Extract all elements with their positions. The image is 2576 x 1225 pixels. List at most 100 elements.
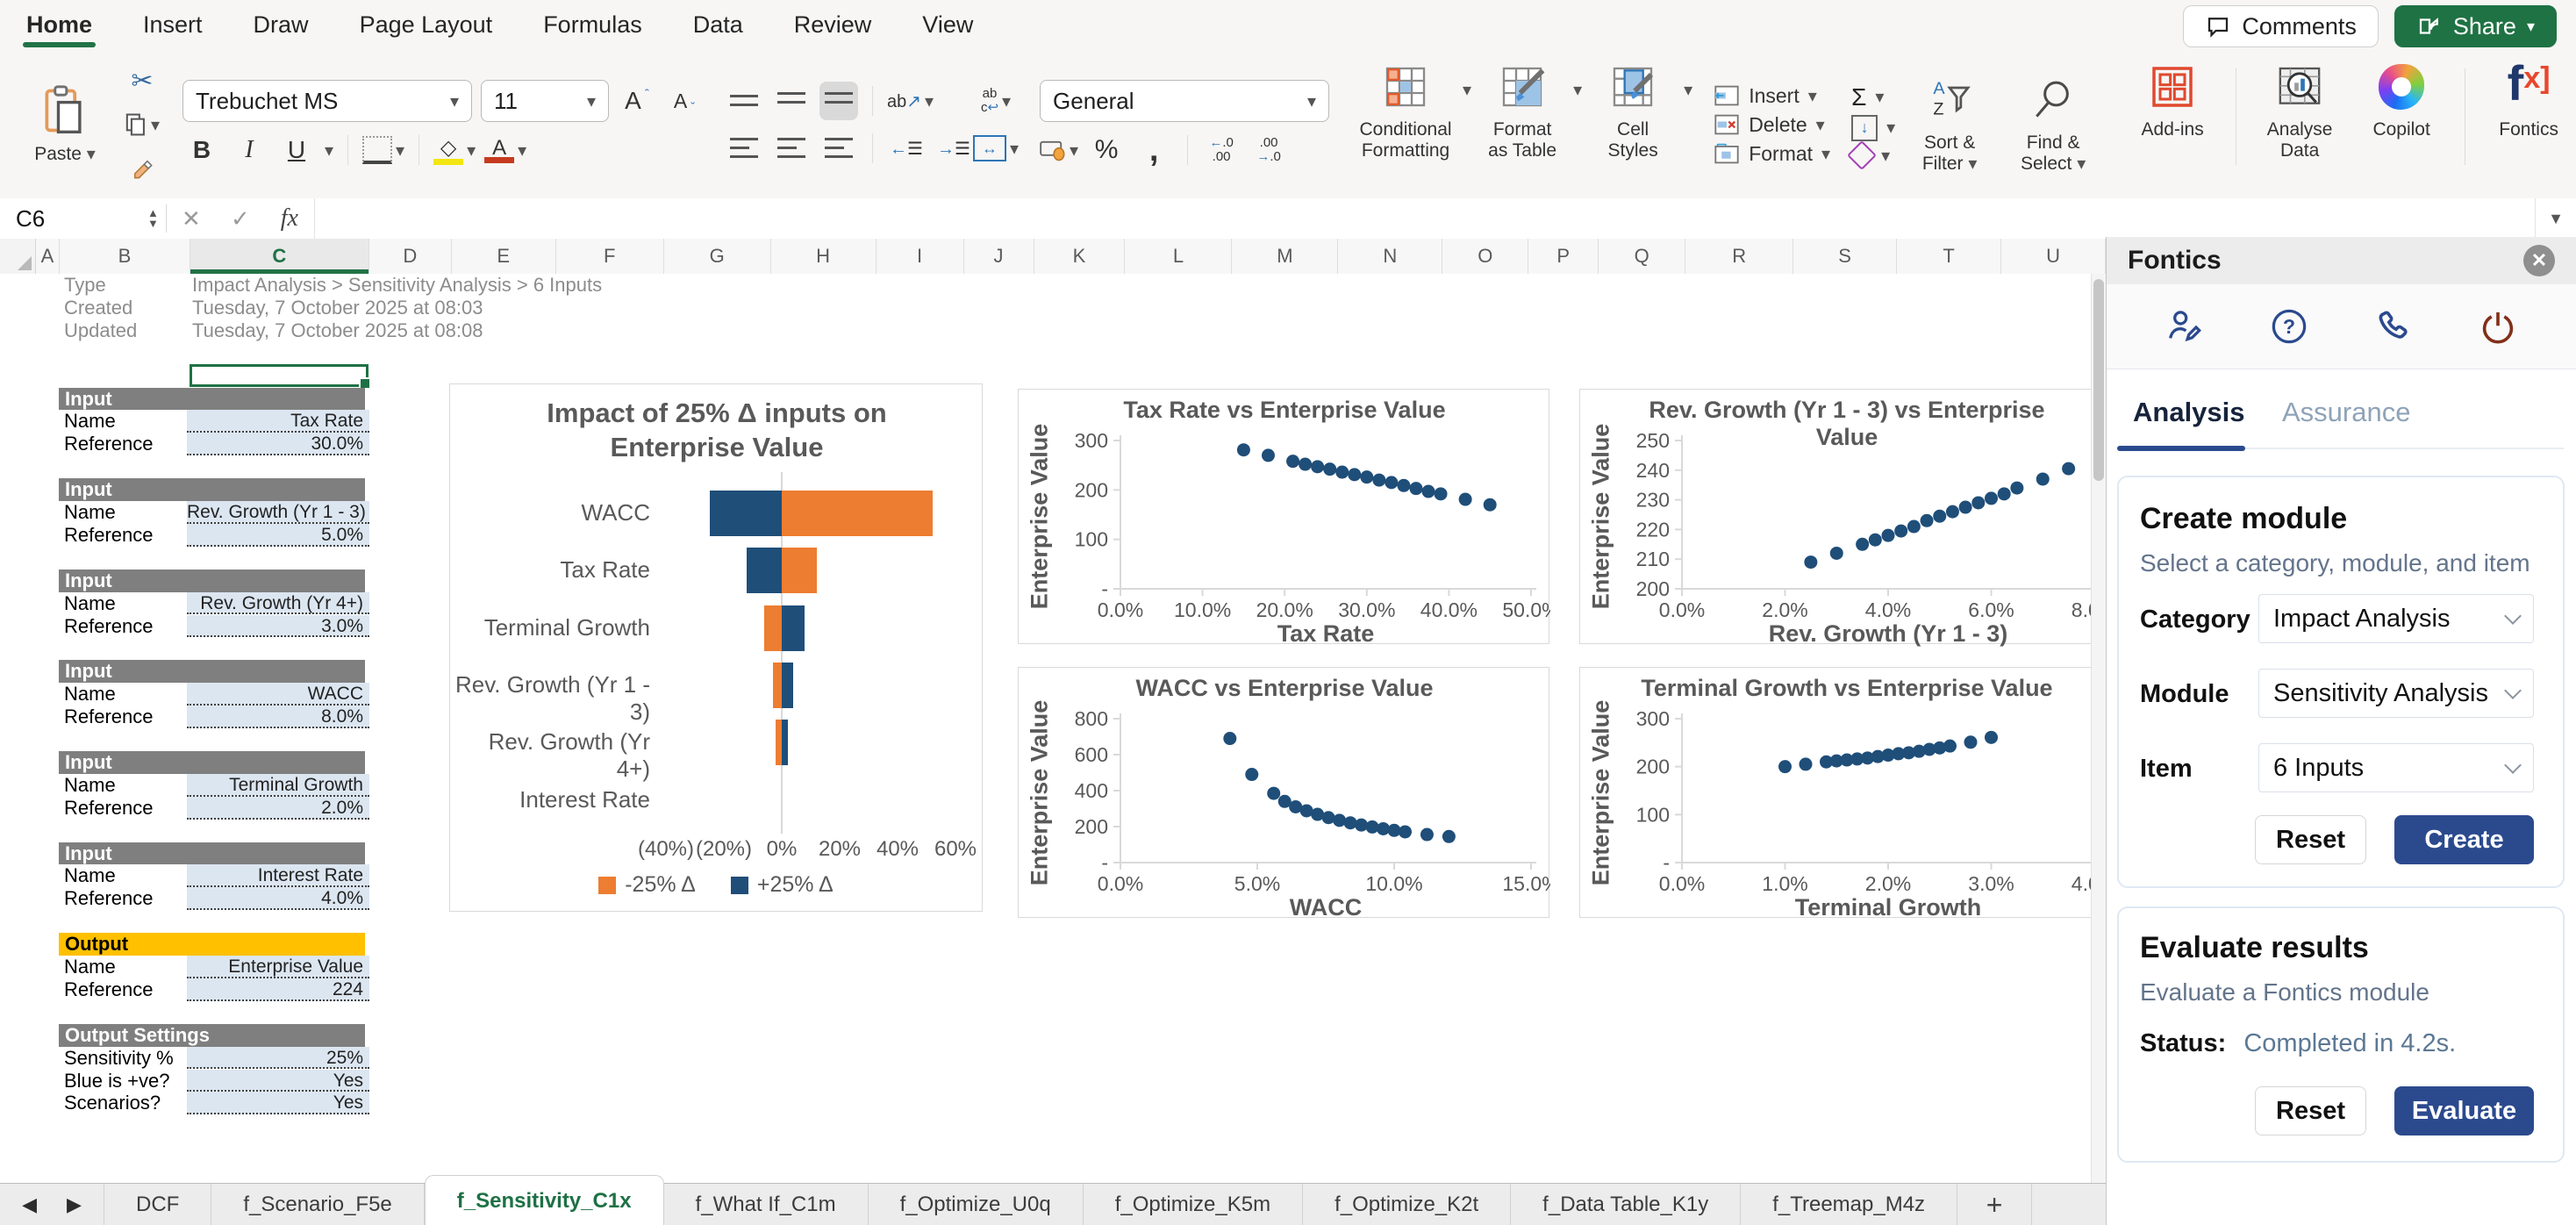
- sheet-tab-f-optimize-u0q[interactable]: f_Optimize_U0q: [869, 1184, 1084, 1225]
- cell-B33[interactable]: Reference: [64, 978, 154, 1001]
- cell-C4[interactable]: Tuesday, 7 October 2025 at 08:08: [192, 319, 483, 342]
- cell-C9[interactable]: 30.0%: [187, 433, 369, 455]
- comments-button[interactable]: Comments: [2183, 5, 2379, 47]
- category-select[interactable]: Impact Analysis: [2258, 594, 2534, 643]
- sheet-tab-f-data-table-k1y[interactable]: f_Data Table_K1y: [1511, 1184, 1741, 1225]
- bold-button[interactable]: B: [182, 131, 221, 169]
- help-icon[interactable]: ?: [2269, 306, 2309, 347]
- ribbon-tab-page-layout[interactable]: Page Layout: [360, 11, 493, 39]
- item-select[interactable]: 6 Inputs: [2258, 743, 2534, 792]
- cell-B36[interactable]: Sensitivity %: [64, 1047, 174, 1070]
- orientation-button[interactable]: ab↗▾: [887, 82, 934, 120]
- cell-C17[interactable]: 3.0%: [187, 615, 369, 638]
- decrease-decimal-button[interactable]: .00→.0: [1249, 131, 1288, 169]
- cell-B28[interactable]: Name: [64, 864, 116, 887]
- vertical-scrollbar[interactable]: [2091, 274, 2107, 1183]
- chart-wacc[interactable]: WACC vs Enterprise ValueEnterprise Value…: [1018, 667, 1549, 918]
- increase-decimal-button[interactable]: ←.0.00: [1202, 131, 1241, 169]
- cell-B9[interactable]: Reference: [64, 433, 154, 455]
- section-header-11[interactable]: Input: [59, 478, 365, 501]
- sheet-tab-f-optimize-k5m[interactable]: f_Optimize_K5m: [1084, 1184, 1303, 1225]
- ribbon-tab-formulas[interactable]: Formulas: [543, 11, 642, 39]
- cell-B17[interactable]: Reference: [64, 615, 154, 638]
- ribbon-tab-insert[interactable]: Insert: [143, 11, 203, 39]
- sheet-tab-f-treemap-m4z[interactable]: f_Treemap_M4z: [1741, 1184, 1957, 1225]
- underline-button[interactable]: U: [277, 131, 316, 169]
- select-all-corner[interactable]: [0, 239, 36, 274]
- chart-tax-rate[interactable]: Tax Rate vs Enterprise ValueEnterprise V…: [1018, 389, 1549, 644]
- align-top-button[interactable]: [725, 82, 763, 120]
- column-header-G[interactable]: G: [664, 239, 771, 274]
- wrap-text-button[interactable]: abc↩▾: [973, 82, 1019, 120]
- column-header-U[interactable]: U: [2001, 239, 2106, 274]
- percent-style-button[interactable]: %: [1087, 131, 1126, 169]
- evaluate-button[interactable]: Evaluate: [2394, 1086, 2534, 1135]
- cell-B4[interactable]: Updated: [64, 319, 137, 342]
- column-header-F[interactable]: F: [556, 239, 664, 274]
- ribbon-tab-home[interactable]: Home: [26, 11, 92, 39]
- cell-C36[interactable]: 25%: [187, 1047, 369, 1070]
- format-cells-button[interactable]: Format▾: [1714, 142, 1830, 166]
- cell-B37[interactable]: Blue is +ve?: [64, 1070, 169, 1092]
- cell-B38[interactable]: Scenarios?: [64, 1092, 161, 1114]
- cell-C37[interactable]: Yes: [187, 1070, 369, 1092]
- copy-button[interactable]: ▾: [123, 105, 161, 144]
- ribbon-tab-review[interactable]: Review: [794, 11, 872, 39]
- account-icon[interactable]: [2165, 306, 2205, 347]
- tab-analysis[interactable]: Analysis: [2133, 397, 2245, 428]
- formula-bar-expand-icon[interactable]: ▼: [2535, 198, 2576, 239]
- comma-style-button[interactable]: ,: [1134, 131, 1173, 169]
- delete-cells-button[interactable]: Delete▾: [1714, 113, 1830, 137]
- cell-B25[interactable]: Reference: [64, 797, 154, 820]
- chart-terminal-growth[interactable]: Terminal Growth vs Enterprise ValueEnter…: [1579, 667, 2106, 918]
- align-center-button[interactable]: [772, 129, 811, 168]
- font-name-select[interactable]: Trebuchet MS▾: [182, 80, 472, 122]
- column-header-T[interactable]: T: [1897, 239, 2001, 274]
- borders-button[interactable]: ▾: [362, 131, 404, 169]
- confirm-entry-button[interactable]: ✓: [216, 205, 265, 233]
- section-header-27[interactable]: Input: [59, 842, 365, 865]
- copilot-button[interactable]: Copilot: [2352, 58, 2451, 144]
- cell-B16[interactable]: Name: [64, 592, 116, 615]
- align-middle-button[interactable]: [772, 82, 811, 120]
- column-header-L[interactable]: L: [1125, 239, 1232, 274]
- phone-icon[interactable]: [2373, 306, 2414, 347]
- module-select[interactable]: Sensitivity Analysis: [2258, 669, 2534, 718]
- column-header-A[interactable]: A: [36, 239, 60, 274]
- sheet-tab-f-optimize-k2t[interactable]: f_Optimize_K2t: [1303, 1184, 1511, 1225]
- cell-C12[interactable]: Rev. Growth (Yr 1 - 3): [187, 501, 369, 524]
- decrease-font-button[interactable]: Aˇ: [665, 82, 704, 120]
- section-header-15[interactable]: Input: [59, 570, 365, 592]
- align-bottom-button[interactable]: [819, 82, 858, 120]
- name-box-spinner[interactable]: ▲▼: [147, 208, 159, 228]
- cell-C29[interactable]: 4.0%: [187, 887, 369, 910]
- cell-B2[interactable]: Type: [64, 274, 106, 297]
- name-box[interactable]: C6: [0, 198, 147, 239]
- cell-B29[interactable]: Reference: [64, 887, 154, 910]
- ribbon-tab-data[interactable]: Data: [693, 11, 743, 39]
- selected-cell-C6[interactable]: [190, 364, 369, 388]
- section-header-23[interactable]: Input: [59, 751, 365, 774]
- vertical-scrollbar-thumb[interactable]: [2093, 279, 2104, 481]
- column-header-O[interactable]: O: [1442, 239, 1528, 274]
- sheet-tab-f-scenario-f5e[interactable]: f_Scenario_F5e: [211, 1184, 424, 1225]
- cell-B13[interactable]: Reference: [64, 524, 154, 547]
- chart-tornado[interactable]: Impact of 25% Δ inputs on Enterprise Val…: [449, 383, 983, 912]
- formula-input[interactable]: [314, 198, 2535, 239]
- accounting-format-button[interactable]: ▾: [1040, 131, 1078, 169]
- align-left-button[interactable]: [725, 129, 763, 168]
- cut-button[interactable]: ✂: [123, 61, 161, 100]
- sheet-tab-f-what-if-c1m[interactable]: f_What If_C1m: [664, 1184, 869, 1225]
- analyse-data-button[interactable]: Analyse Data: [2250, 58, 2349, 164]
- font-color-button[interactable]: A ▾: [484, 131, 526, 169]
- cell-styles-button[interactable]: Cell Styles: [1584, 58, 1682, 191]
- sort-filter-button[interactable]: AZ Sort & Filter ▾: [1900, 71, 1999, 177]
- sheet-tab-f-sensitivity-c1x[interactable]: f_Sensitivity_C1x: [425, 1175, 664, 1225]
- column-header-H[interactable]: H: [771, 239, 877, 274]
- format-painter-button[interactable]: [123, 149, 161, 188]
- cell-C16[interactable]: Rev. Growth (Yr 4+): [187, 592, 369, 615]
- find-select-button[interactable]: Find & Select ▾: [2004, 71, 2102, 177]
- paste-button[interactable]: Paste ▾: [16, 81, 114, 168]
- column-header-Q[interactable]: Q: [1599, 239, 1685, 274]
- cell-C20[interactable]: WACC: [187, 683, 369, 706]
